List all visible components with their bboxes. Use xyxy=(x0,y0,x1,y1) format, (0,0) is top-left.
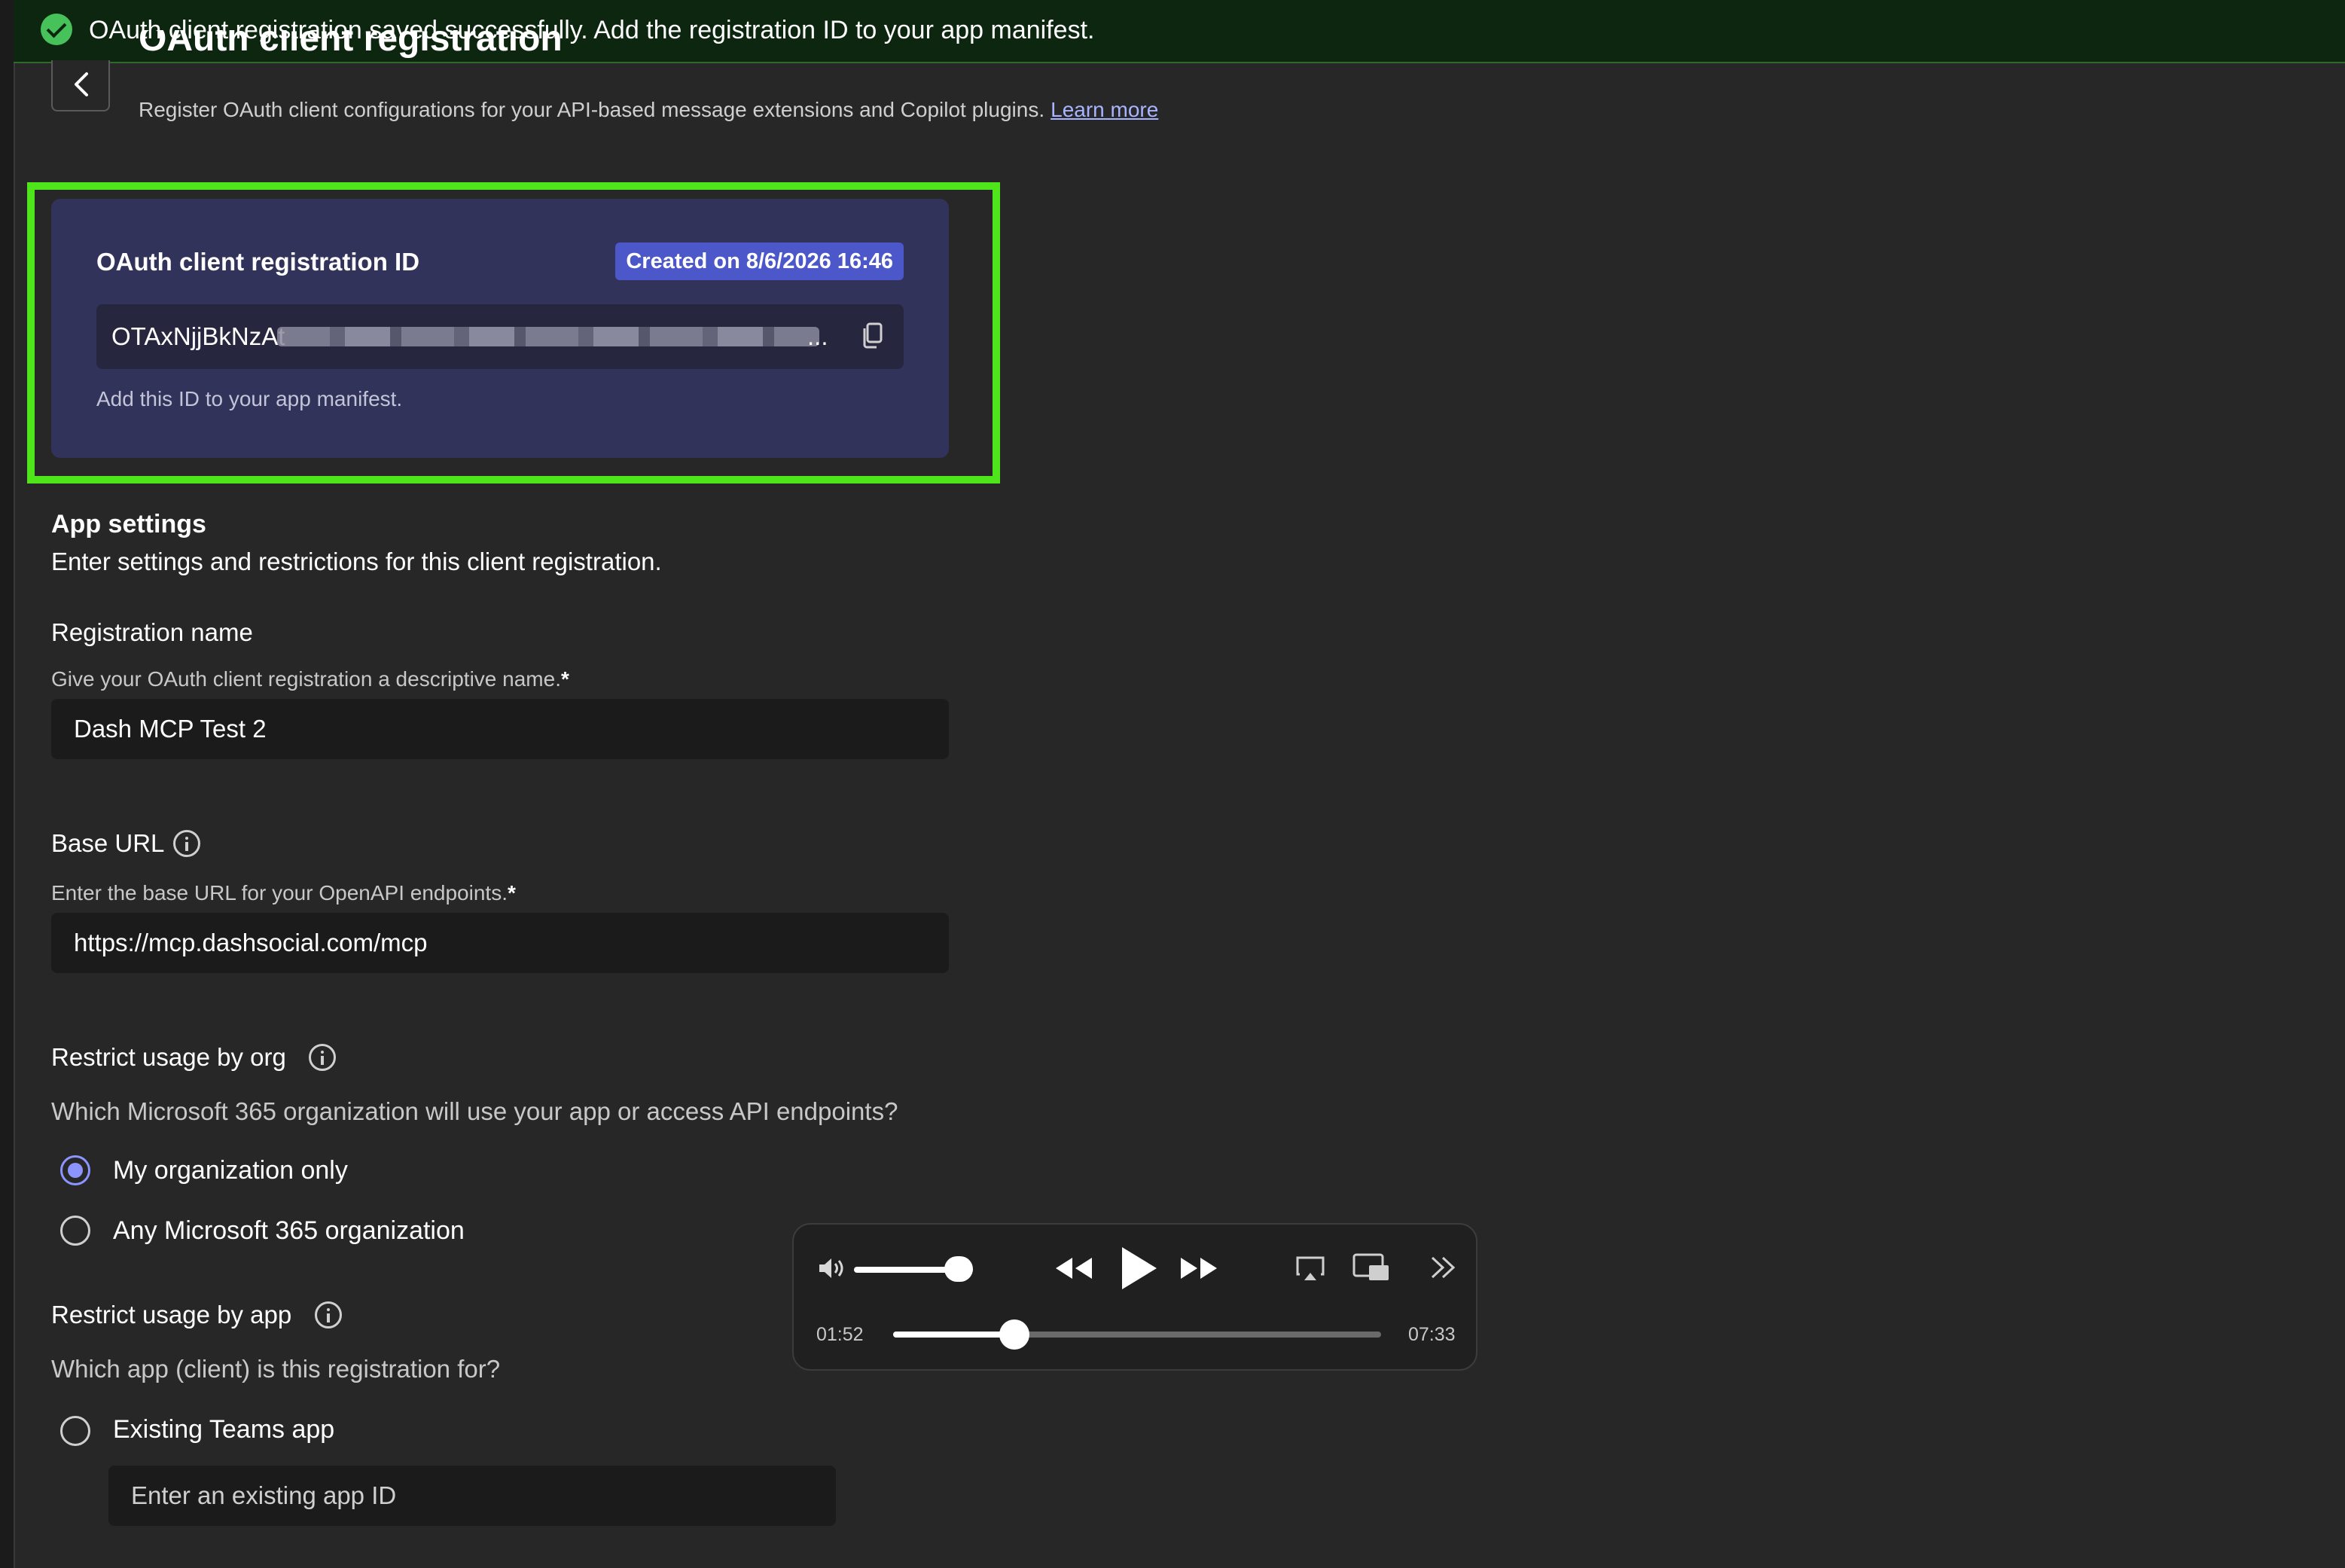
restrict-org-question: Which Microsoft 365 organization will us… xyxy=(51,1097,898,1125)
card-hint: Add this ID to your app manifest. xyxy=(96,387,403,410)
back-button[interactable] xyxy=(51,60,110,111)
app-id-input[interactable]: Enter an existing app ID xyxy=(108,1466,836,1526)
learn-more-link[interactable]: Learn more xyxy=(1051,98,1158,121)
media-player: 01:52 07:33 xyxy=(792,1223,1477,1371)
registration-name-input[interactable]: Dash MCP Test 2 xyxy=(51,699,949,759)
info-icon[interactable] xyxy=(173,830,200,857)
card-title: OAuth client registration ID xyxy=(96,248,420,276)
radio-label-any-organization[interactable]: Any Microsoft 365 organization xyxy=(113,1214,465,1247)
volume-slider-handle[interactable] xyxy=(944,1256,973,1282)
app-settings-description: Enter settings and restrictions for this… xyxy=(51,548,662,575)
total-time: 07:33 xyxy=(1408,1324,1456,1345)
registration-name-label: Registration name xyxy=(51,618,253,646)
checkmark-circle-icon xyxy=(41,14,72,45)
base-url-label: Base URL xyxy=(51,829,165,857)
seek-bar-fill xyxy=(893,1332,1014,1338)
speaker-icon[interactable] xyxy=(816,1253,846,1287)
seek-bar-handle[interactable] xyxy=(999,1319,1029,1350)
info-icon[interactable] xyxy=(315,1301,342,1329)
fast-forward-icon[interactable] xyxy=(1179,1253,1218,1287)
play-icon[interactable] xyxy=(1118,1244,1160,1296)
redacted-id-blur xyxy=(277,327,819,346)
created-badge: Created on 8/6/2026 16:46 xyxy=(615,243,904,280)
picture-in-picture-icon[interactable] xyxy=(1352,1252,1390,1287)
restrict-org-label: Restrict usage by org xyxy=(51,1043,286,1071)
subtitle-text: Register OAuth client configurations for… xyxy=(139,98,1045,121)
required-marker: * xyxy=(560,667,569,691)
info-icon[interactable] xyxy=(309,1044,336,1071)
registration-name-hint-text: Give your OAuth client registration a de… xyxy=(51,667,561,691)
registration-id-field[interactable]: OTAxNjjBkNzAt ... xyxy=(96,304,904,369)
radio-any-organization[interactable] xyxy=(60,1216,90,1246)
current-time: 01:52 xyxy=(816,1324,864,1345)
radio-existing-teams-app[interactable] xyxy=(60,1416,90,1446)
page-title-clip: OAuth client registration xyxy=(139,30,563,62)
airplay-icon[interactable] xyxy=(1295,1253,1325,1287)
app-id-placeholder: Enter an existing app ID xyxy=(131,1481,397,1509)
seek-bar-track[interactable] xyxy=(893,1332,1381,1338)
id-ellipsis: ... xyxy=(807,322,828,350)
page-title: OAuth client registration xyxy=(139,30,563,59)
restrict-app-question: Which app (client) is this registration … xyxy=(51,1355,501,1383)
page-subtitle: Register OAuth client configurations for… xyxy=(139,95,1158,125)
double-chevron-right-icon[interactable] xyxy=(1428,1252,1458,1287)
restrict-app-label: Restrict usage by app xyxy=(51,1301,292,1329)
registration-id-value: OTAxNjjBkNzAt xyxy=(111,322,285,350)
base-url-value: https://mcp.dashsocial.com/mcp xyxy=(74,929,428,956)
rewind-icon[interactable] xyxy=(1054,1253,1093,1287)
registration-id-card: OAuth client registration ID Created on … xyxy=(51,199,949,458)
required-marker: * xyxy=(507,881,516,904)
radio-label-existing-teams-app[interactable]: Existing Teams app xyxy=(113,1413,334,1446)
registration-name-value: Dash MCP Test 2 xyxy=(74,715,267,743)
registration-name-hint: Give your OAuth client registration a de… xyxy=(51,664,569,694)
app-settings-title: App settings xyxy=(51,510,206,538)
radio-label-my-organization[interactable]: My organization only xyxy=(113,1154,348,1187)
base-url-hint-text: Enter the base URL for your OpenAPI endp… xyxy=(51,881,508,904)
chevron-left-icon xyxy=(75,72,88,96)
left-rail xyxy=(0,0,15,1568)
radio-my-organization[interactable] xyxy=(60,1155,90,1185)
base-url-hint: Enter the base URL for your OpenAPI endp… xyxy=(51,878,516,908)
copy-icon[interactable] xyxy=(860,322,884,353)
base-url-input[interactable]: https://mcp.dashsocial.com/mcp xyxy=(51,913,949,973)
